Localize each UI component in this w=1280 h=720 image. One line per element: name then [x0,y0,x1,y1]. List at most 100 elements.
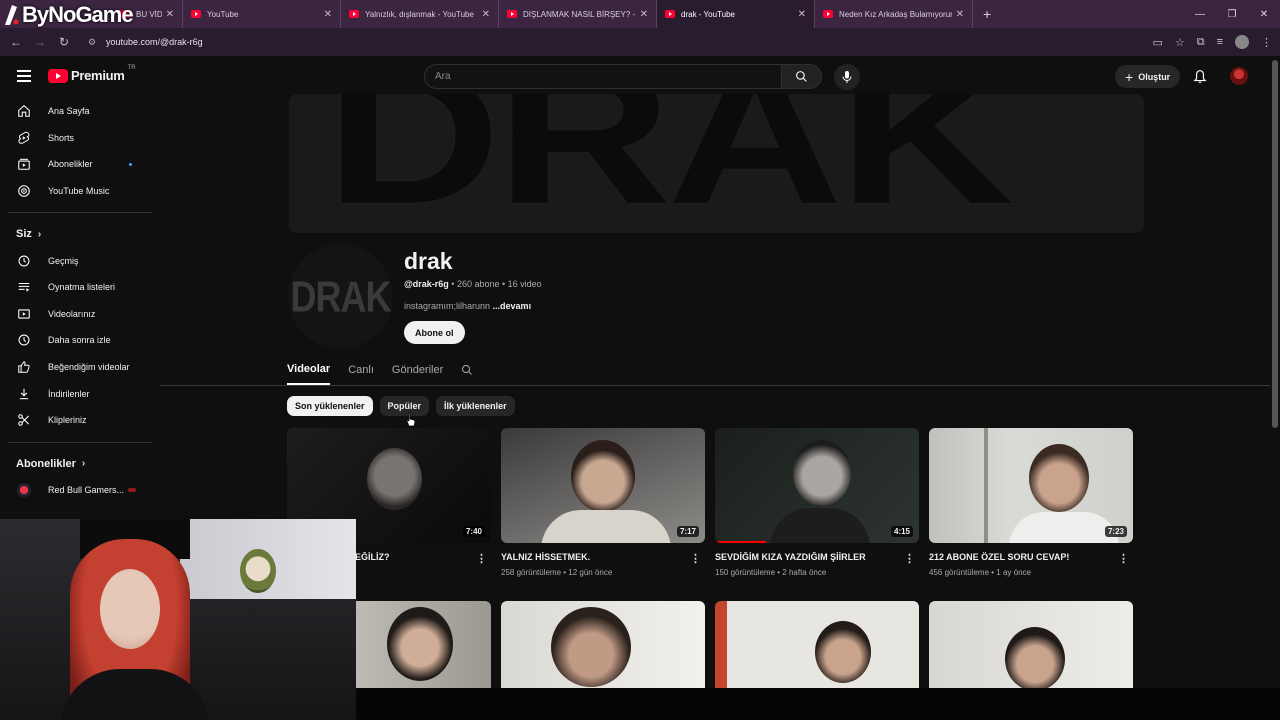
page-scrollbar[interactable] [1272,60,1278,428]
more-actions-icon[interactable]: ⋮ [476,552,487,565]
sidebar-item-label: Ana Sayfa [48,106,90,117]
browser-tab[interactable]: Neden Kız Arkadaş Bulamıyorum ✕ [815,0,973,28]
menu-icon[interactable] [17,70,31,85]
reload-icon[interactable]: ↻ [52,35,76,49]
channel-banner: DRAK [289,94,1144,233]
more-actions-icon[interactable]: ⋮ [1118,552,1129,565]
browser-menu-icon[interactable]: ⋮ [1261,36,1272,49]
youtube-logo[interactable]: Premium TR [48,65,136,83]
back-icon[interactable]: ← [4,35,28,49]
thumbnail-shirt [1009,512,1119,543]
close-tab-icon[interactable]: ✕ [324,9,332,20]
url-field[interactable]: ⚙ youtube.com/@drak-r6g [82,32,1082,52]
thumbnail-shirt [541,510,671,543]
close-window-icon[interactable]: ✕ [1248,0,1280,28]
chevron-right-icon: › [81,458,86,470]
new-tab-icon[interactable]: + [983,6,991,22]
browser-tab-active[interactable]: drak - YouTube ✕ [657,0,815,28]
video-title[interactable]: YALNIZ HİSSETMEK. [501,552,705,562]
create-button[interactable]: + Oluştur [1115,65,1181,88]
minimize-icon[interactable]: — [1184,0,1216,28]
sidebar-item-watch-later[interactable]: Daha sonra izle [0,327,160,354]
thumbnail-person [1005,627,1065,691]
browser-tab[interactable]: YouTube ✕ [183,0,341,28]
channel-search-button[interactable] [461,355,473,385]
video-card[interactable]: 7:17 YALNIZ HİSSETMEK. 258 görüntüleme •… [501,428,705,577]
sidebar-section-you[interactable]: Siz › [0,221,160,247]
video-thumbnail[interactable]: 7:17 [501,428,705,543]
bookmark-star-icon[interactable]: ☆ [1175,36,1185,49]
voice-search-button[interactable] [834,64,860,90]
thumbnail-person [1029,444,1089,512]
video-card[interactable]: 4:15 SEVDİĞİM KIZA YAZDIĞIM ŞİİRLER 150 … [715,428,919,577]
close-tab-icon[interactable]: ✕ [166,9,174,20]
thumbnail-person [815,621,871,683]
sidebar-item-shorts[interactable]: Shorts [0,125,160,152]
sidebar-item-subscription-channel[interactable]: Red Bull Gamers... [0,477,160,504]
video-thumbnail[interactable]: 4:15 [715,428,919,543]
chevron-right-icon: › [37,228,42,240]
media-control-icon[interactable]: ≡ [1217,36,1223,48]
search-box[interactable] [424,64,782,89]
video-card[interactable]: 7:23 212 ABONE ÖZEL SORU CEVAP! 456 görü… [929,428,1133,577]
sidebar-item-clips[interactable]: Klipleriniz [0,407,160,434]
search-input[interactable] [435,71,755,82]
sidebar-item-home[interactable]: Ana Sayfa [0,98,160,125]
forward-icon[interactable]: → [28,35,52,49]
sidebar-item-playlists[interactable]: Oynatma listeleri [0,274,160,301]
sidebar-item-history[interactable]: Geçmiş [0,247,160,274]
close-tab-icon[interactable]: ✕ [798,9,806,20]
sidebar-divider [8,212,152,214]
account-avatar[interactable] [1230,67,1248,85]
browser-profile-avatar[interactable] [1235,35,1249,49]
video-meta: 456 görüntüleme • 1 ay önce [929,568,1031,577]
sidebar-item-your-videos[interactable]: Videolarınız [0,301,160,328]
browser-tab[interactable]: Yalnızlık, dışlanmak - YouTube ✕ [341,0,499,28]
youtube-favicon-icon [665,10,675,18]
watch-later-icon [18,334,30,346]
video-title[interactable]: 212 ABONE ÖZEL SORU CEVAP! [929,552,1133,562]
create-label: Oluştur [1138,71,1171,82]
more-link[interactable]: ...devamı [493,301,532,311]
tab-live[interactable]: Canlı [348,355,374,385]
sidebar-item-label: YouTube Music [48,186,110,197]
channel-tabs: Videolar Canlı Gönderiler [287,355,491,385]
site-info-icon[interactable]: ⚙ [88,37,100,48]
notifications-button[interactable] [1193,69,1207,89]
more-actions-icon[interactable]: ⋮ [690,552,701,565]
sidebar-section-subscriptions[interactable]: Abonelikler › [0,451,160,477]
chip-popular[interactable]: Popüler [379,396,430,416]
bell-icon [1193,70,1207,83]
search-button[interactable] [781,64,822,89]
shorts-icon [18,131,30,144]
tab-title: drak - YouTube [681,9,735,19]
tab-videos[interactable]: Videolar [287,355,331,385]
browser-tab[interactable]: DIŞLANMAK NASIL BİRŞEY? - YouTube ✕ [499,0,657,28]
tab-title: YouTube [207,9,239,19]
sidebar-item-label: Videolarınız [48,308,96,319]
sidebar-divider [8,441,152,443]
extensions-icon[interactable]: ⧉ [1197,36,1205,49]
video-thumbnail[interactable]: 7:23 [929,428,1133,543]
channel-description[interactable]: instagramım;lilharunn ...devamı [404,301,531,311]
video-title[interactable]: SEVDİĞİM KIZA YAZDIĞIM ŞİİRLER [715,552,919,562]
video-duration: 7:23 [1104,526,1127,537]
close-tab-icon[interactable]: ✕ [956,9,964,20]
cast-icon[interactable]: ▭ [1152,36,1162,49]
more-actions-icon[interactable]: ⋮ [904,552,915,565]
download-icon [19,388,29,399]
close-tab-icon[interactable]: ✕ [640,9,648,20]
playlists-icon [18,283,30,292]
chip-latest[interactable]: Son yüklenenler [287,396,373,416]
close-tab-icon[interactable]: ✕ [482,9,490,20]
sidebar-item-liked-videos[interactable]: Beğendiğim videolar [0,354,160,381]
sidebar-item-youtube-music[interactable]: YouTube Music [0,178,160,205]
maximize-icon[interactable]: ❐ [1216,0,1248,28]
tab-posts[interactable]: Gönderiler [392,355,443,385]
logo-text: Premium [71,68,125,83]
sidebar-item-subscriptions[interactable]: Abonelikler [0,151,160,178]
chip-oldest[interactable]: İlk yüklenenler [436,396,515,416]
sidebar-item-downloads[interactable]: İndirilenler [0,380,160,407]
subscribe-button[interactable]: Abone ol [404,321,465,344]
your-videos-icon [18,309,30,319]
